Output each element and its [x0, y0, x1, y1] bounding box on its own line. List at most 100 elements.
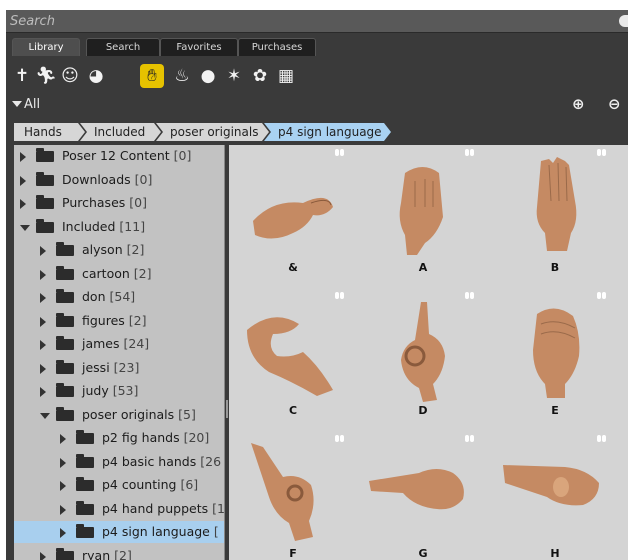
- breadcrumb-item[interactable]: poser originals: [156, 123, 269, 141]
- folder-icon: [76, 453, 94, 468]
- tree-item[interactable]: Poser 12 Content [0]: [14, 145, 224, 167]
- tree-item[interactable]: judy [53]: [14, 380, 224, 402]
- chevron-right-icon[interactable]: [60, 528, 66, 538]
- tree-item-text: poser originals [5]: [82, 407, 196, 422]
- chevron-right-icon[interactable]: [60, 481, 66, 491]
- tree-item[interactable]: p4 sign language [: [14, 521, 224, 543]
- pose-icon[interactable]: 🏃︎: [34, 64, 58, 88]
- folder-icon: [56, 359, 74, 374]
- chevron-right-icon[interactable]: [20, 199, 26, 209]
- filter-label[interactable]: All: [24, 97, 40, 112]
- tree-item[interactable]: cartoon [2]: [14, 263, 224, 285]
- tree-item-label: Poser 12 Content: [62, 148, 170, 163]
- tree-item-count: [0]: [134, 171, 153, 187]
- tree-item-label: cartoon: [82, 265, 130, 281]
- folder-icon: [56, 547, 74, 560]
- tree-item-label: don: [82, 289, 106, 304]
- remove-library-icon[interactable]: ⊖: [608, 95, 621, 113]
- thumbnail-caption: F: [289, 547, 297, 560]
- chevron-down-icon[interactable]: [20, 224, 30, 231]
- tree-item[interactable]: figures [2]: [14, 310, 224, 332]
- chevron-right-icon[interactable]: [40, 387, 46, 397]
- tree-item[interactable]: Downloads [0]: [14, 169, 224, 191]
- tree-item[interactable]: jessi [23]: [14, 357, 224, 379]
- tree-item[interactable]: p4 hand puppets [1: [14, 498, 224, 520]
- add-library-icon[interactable]: ⊕: [572, 95, 585, 113]
- tree-item-count: [23]: [113, 359, 140, 375]
- props-icon[interactable]: ♨: [170, 64, 194, 88]
- chevron-right-icon[interactable]: [20, 152, 26, 162]
- chevron-down-icon[interactable]: [12, 101, 22, 107]
- camera-icon[interactable]: ✶: [222, 64, 246, 88]
- tree-item[interactable]: don [54]: [14, 286, 224, 308]
- chevron-right-icon[interactable]: [40, 363, 46, 374]
- chevron-right-icon[interactable]: [40, 269, 46, 280]
- tree-item[interactable]: alyson [2]: [14, 239, 224, 261]
- chevron-right-icon[interactable]: [40, 246, 46, 256]
- tree-item-text: alyson [2]: [82, 242, 144, 257]
- folder-icon: [36, 195, 54, 209]
- tab-library[interactable]: Library: [12, 38, 80, 56]
- breadcrumb-item[interactable]: Hands: [14, 123, 85, 141]
- chevron-down-icon[interactable]: [40, 412, 50, 419]
- chevron-right-icon[interactable]: [20, 175, 26, 186]
- thumbnail-item[interactable]: C: [229, 288, 357, 431]
- hand-pose-thumbnail: [253, 197, 333, 239]
- tab-search[interactable]: Search: [86, 38, 160, 56]
- tree-item[interactable]: p4 counting [6]: [14, 474, 224, 496]
- tree-item-count: [11]: [119, 218, 146, 234]
- thumbnail-item[interactable]: D: [359, 288, 487, 431]
- tree-item-text: p4 counting [6]: [102, 477, 198, 492]
- chevron-right-icon[interactable]: [60, 504, 66, 515]
- thumbnail-item[interactable]: F: [229, 431, 357, 560]
- thumbnail-item[interactable]: H: [491, 431, 619, 560]
- tree-item[interactable]: Purchases [0]: [14, 192, 224, 214]
- splitter-grip[interactable]: [226, 400, 228, 418]
- materials-icon[interactable]: ✿: [248, 64, 272, 88]
- tree-item[interactable]: p2 fig hands [20]: [14, 427, 224, 449]
- tree-item-label: p4 hand puppets: [102, 500, 209, 516]
- thumbnail-item[interactable]: E: [491, 288, 619, 431]
- hand-icon[interactable]: ✋︎: [140, 64, 164, 88]
- breadcrumb-item[interactable]: Included: [80, 123, 161, 141]
- chevron-right-icon[interactable]: [40, 293, 46, 303]
- tree-item[interactable]: p4 basic hands [26: [14, 451, 224, 473]
- folder-icon: [76, 524, 94, 538]
- thumbnail-item[interactable]: B: [491, 145, 619, 288]
- scenes-icon[interactable]: ▦: [274, 64, 298, 88]
- search-bar: [6, 10, 628, 33]
- tree-item-count: [5]: [178, 406, 196, 422]
- search-input[interactable]: [10, 13, 615, 29]
- tree-item-text: Poser 12 Content [0]: [62, 148, 191, 163]
- thumbnail-item[interactable]: A: [359, 145, 487, 288]
- folder-icon: [76, 477, 94, 491]
- figure-icon[interactable]: ✝: [10, 64, 34, 88]
- chevron-right-icon[interactable]: [60, 434, 66, 444]
- category-toolbar: ✝ 🏃︎ ☺ ◕ ✋︎ ♨ ● ✶ ✿ ▦: [6, 62, 628, 92]
- clear-search-icon[interactable]: [619, 15, 628, 27]
- tree-item-label: ryan: [82, 547, 111, 560]
- light-icon[interactable]: ●: [196, 64, 220, 88]
- tree-item-label: jessi: [82, 359, 110, 375]
- hair-icon[interactable]: ◕: [84, 64, 108, 88]
- thumbnail-item[interactable]: G: [359, 431, 487, 560]
- tree-item-count: [53]: [112, 383, 139, 398]
- folder-icon: [76, 500, 94, 515]
- tree-item-label: Purchases: [62, 195, 126, 210]
- tree-item-count: [24]: [123, 336, 150, 351]
- thumbnail-item[interactable]: &: [229, 145, 357, 288]
- tree-item[interactable]: james [24]: [14, 333, 224, 355]
- tab-favorites[interactable]: Favorites: [160, 38, 238, 56]
- chevron-right-icon[interactable]: [40, 551, 46, 560]
- expression-icon[interactable]: ☺: [58, 64, 82, 88]
- chevron-right-icon[interactable]: [40, 316, 46, 327]
- breadcrumb-item-current[interactable]: p4 sign language: [264, 123, 391, 141]
- tree-item[interactable]: Included [11]: [14, 216, 224, 238]
- tree-item[interactable]: poser originals [5]: [14, 404, 224, 426]
- tab-purchases[interactable]: Purchases: [238, 38, 316, 56]
- chevron-right-icon[interactable]: [40, 340, 46, 350]
- chevron-right-icon[interactable]: [60, 457, 66, 468]
- tree-item[interactable]: ryan [2]: [14, 545, 224, 560]
- tree-item-text: cartoon [2]: [82, 266, 152, 281]
- tree-item-text: ryan [2]: [82, 548, 132, 560]
